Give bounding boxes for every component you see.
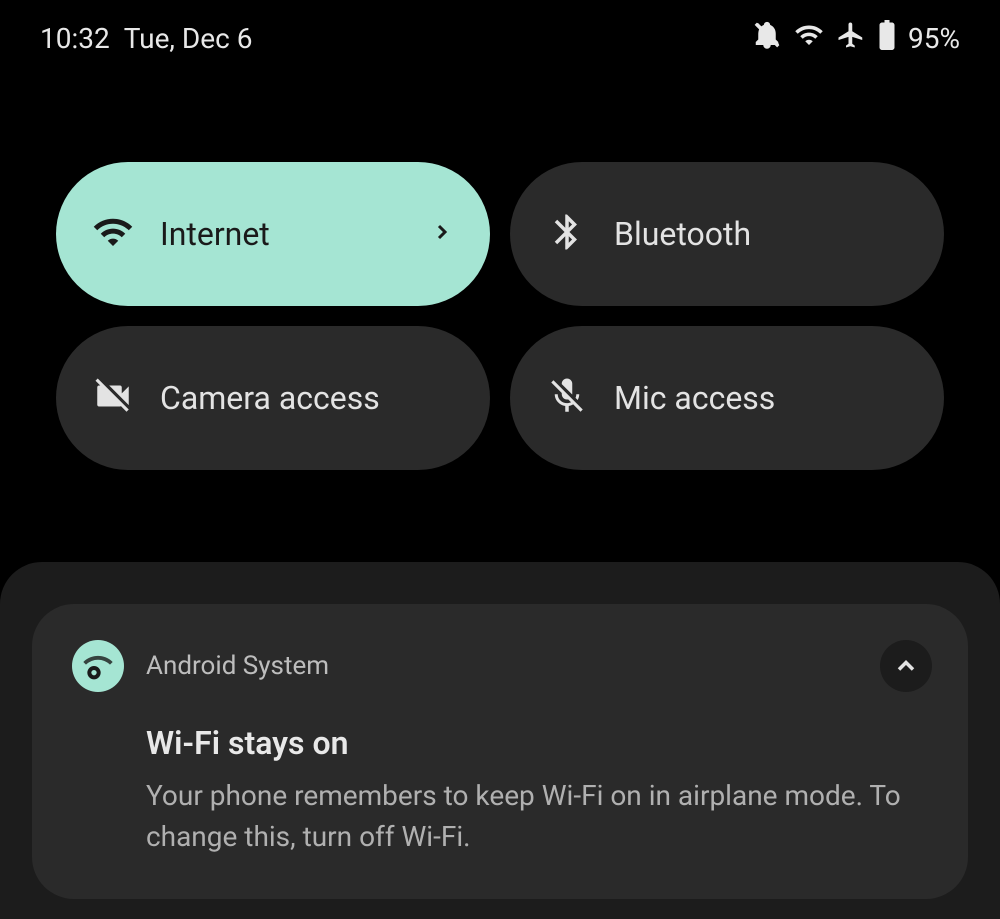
chevron-right-icon [430,220,454,248]
dnd-off-icon [752,20,782,57]
camera-off-icon [92,375,134,421]
status-right: 95% [752,20,960,57]
bluetooth-tile-label: Bluetooth [614,215,908,253]
status-time: 10:32 [40,22,110,55]
mic-off-icon [546,375,588,421]
battery-icon [878,20,896,57]
app-icon [72,640,124,692]
notification-header: Android System [72,640,928,692]
bluetooth-icon [546,211,588,257]
camera-access-tile[interactable]: Camera access [56,326,490,470]
status-bar: 10:32 Tue, Dec 6 95% [0,0,1000,67]
wifi-icon [92,211,134,257]
mic-access-tile[interactable]: Mic access [510,326,944,470]
notification-app-name: Android System [146,651,329,681]
notification-panel: Android System Wi-Fi stays on Your phone… [0,562,1000,919]
status-left: 10:32 Tue, Dec 6 [40,22,252,55]
chevron-up-icon [892,652,920,680]
airplane-icon [836,20,866,57]
collapse-button[interactable] [880,640,932,692]
notification-title: Wi-Fi stays on [146,724,928,762]
notification-text: Your phone remembers to keep Wi-Fi on in… [146,776,928,857]
mic-tile-label: Mic access [614,379,908,417]
camera-tile-label: Camera access [160,379,454,417]
notification-body: Wi-Fi stays on Your phone remembers to k… [72,724,928,857]
battery-percentage: 95% [908,22,960,55]
internet-tile[interactable]: Internet [56,162,490,306]
status-date: Tue, Dec 6 [124,22,253,55]
internet-tile-label: Internet [160,215,404,253]
quick-settings-tiles: Internet Bluetooth Camera access Mic acc… [0,67,1000,490]
bluetooth-tile[interactable]: Bluetooth [510,162,944,306]
wifi-icon [794,20,824,57]
notification-card[interactable]: Android System Wi-Fi stays on Your phone… [32,604,968,899]
